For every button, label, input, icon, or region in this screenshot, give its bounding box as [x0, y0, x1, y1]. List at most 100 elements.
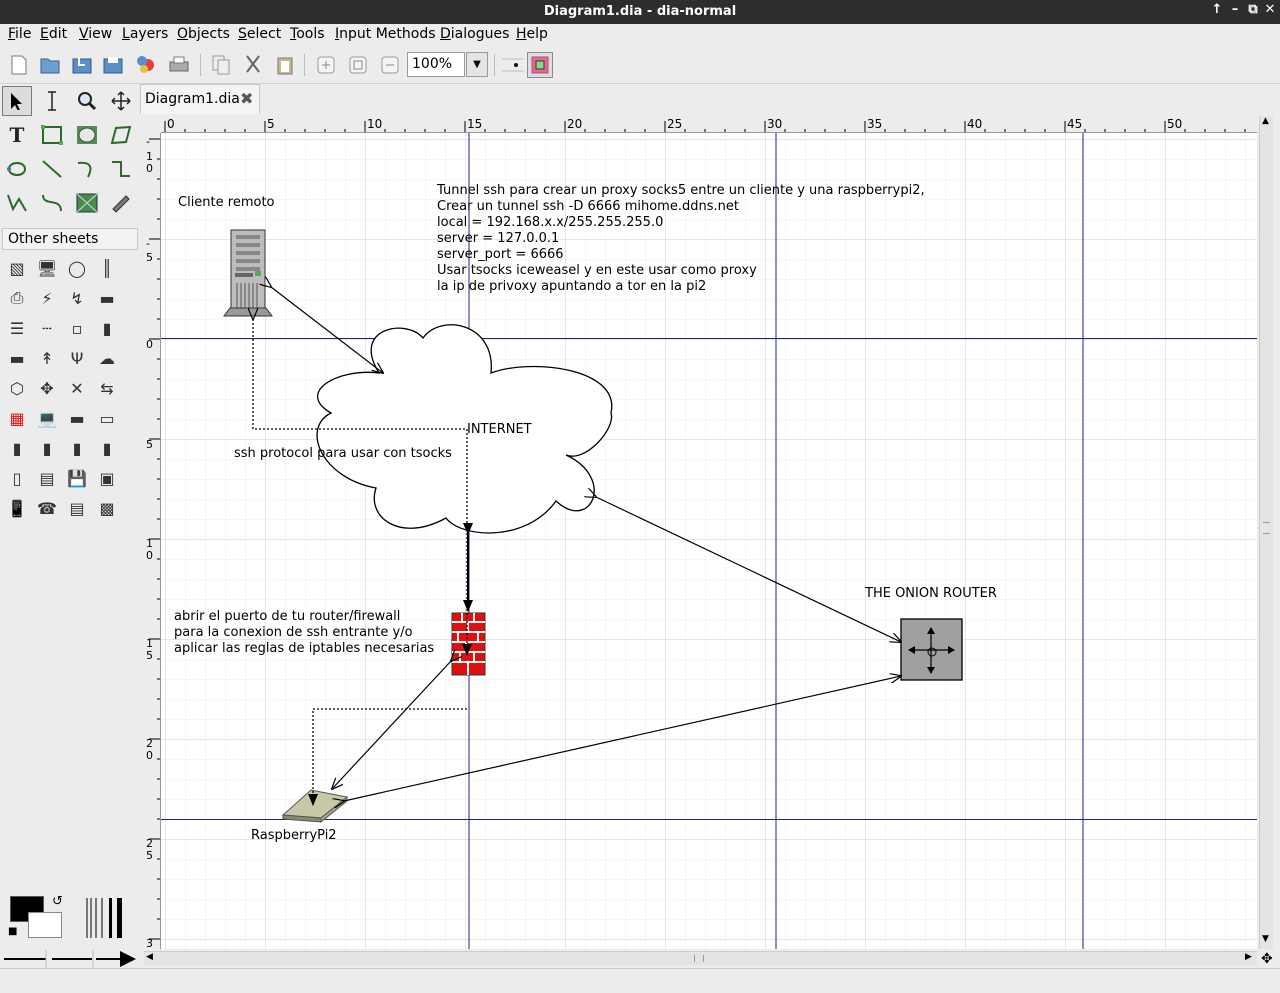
reset-colors-icon[interactable]: ■	[8, 926, 17, 937]
polygon-tool[interactable]	[106, 120, 136, 150]
box-tool[interactable]	[37, 120, 67, 150]
arc-tool[interactable]	[72, 154, 102, 184]
zoom-dropdown-icon[interactable]: ▼	[466, 52, 488, 77]
new-file-icon[interactable]	[6, 52, 32, 78]
zigzagline-tool[interactable]	[106, 154, 136, 184]
zoom-out-icon[interactable]	[377, 52, 403, 78]
zigzag-shape-icon[interactable]: ↯	[63, 284, 91, 312]
snap-to-grid-icon[interactable]	[500, 52, 526, 78]
cut-icon[interactable]	[240, 52, 266, 78]
diagram-canvas[interactable]: Cliente remoto Tunnel ssh para crear un …	[161, 133, 1257, 949]
keep-above-button[interactable]: ↑	[1209, 2, 1225, 17]
pc-tower-1-shape-icon[interactable]: ▮	[3, 434, 31, 462]
paste-icon[interactable]	[272, 52, 298, 78]
zoom-fit-icon[interactable]	[345, 52, 371, 78]
scroll-up-icon[interactable]: ▲	[1262, 116, 1269, 126]
patch-shape-icon[interactable]: ┄	[33, 314, 61, 342]
text-tool[interactable]: T	[2, 120, 32, 150]
pc-tower-2-shape-icon[interactable]: ▮	[33, 434, 61, 462]
polyline-tool[interactable]	[2, 188, 32, 218]
switch-shape-icon[interactable]: ▬	[93, 284, 121, 312]
scroll-right-icon[interactable]: ▶	[1245, 952, 1252, 962]
arrows-shape-icon[interactable]: ✥	[33, 374, 61, 402]
horizontal-scrollbar[interactable]: ◀ ▶	[144, 951, 1257, 965]
lightning-shape-icon[interactable]: ⚡	[33, 284, 61, 312]
server-shape-icon[interactable]: ▧	[3, 254, 31, 282]
pc-tower-4-shape-icon[interactable]: ▮	[93, 434, 121, 462]
close-window-button[interactable]: ✕	[1262, 2, 1278, 17]
keyboard-shape-icon[interactable]: ▬	[63, 404, 91, 432]
scroll-down-icon[interactable]: ▼	[1262, 934, 1269, 944]
scroll-tool[interactable]	[106, 86, 136, 116]
menu-file[interactable]: File	[8, 26, 31, 42]
print-icon[interactable]	[166, 52, 192, 78]
navigation-icon[interactable]: ✥	[1261, 951, 1273, 967]
menu-view[interactable]: View	[79, 26, 112, 42]
hub-shape-icon[interactable]: ║	[93, 254, 121, 282]
workstation-shape-icon[interactable]: 💻	[33, 404, 61, 432]
swap-colors-icon[interactable]: ↺	[52, 894, 63, 909]
menu-edit[interactable]: Edit	[40, 26, 67, 42]
maximize-button[interactable]: ⧉	[1245, 2, 1261, 17]
ellipse-tool[interactable]	[72, 120, 102, 150]
tower-shape-icon[interactable]: ▮	[93, 314, 121, 342]
menu-select[interactable]: Select	[238, 26, 281, 42]
magnify-tool[interactable]	[72, 86, 102, 116]
mobile-shape-icon[interactable]: 📱	[3, 494, 31, 522]
background-color-swatch[interactable]	[28, 912, 62, 938]
text-edit-tool[interactable]	[37, 86, 67, 116]
save-as-icon[interactable]	[100, 52, 126, 78]
export-icon[interactable]	[133, 52, 159, 78]
rack-shape-icon[interactable]: ☰	[3, 314, 31, 342]
floppy-shape-icon[interactable]: 💾	[63, 464, 91, 492]
zoom-input[interactable]: 100%	[407, 52, 465, 77]
server-2-shape-icon[interactable]: ▤	[33, 464, 61, 492]
table-shape-icon[interactable]: ▤	[63, 494, 91, 522]
menu-input-methods[interactable]: Input Methods	[335, 26, 436, 42]
menu-help[interactable]: Help	[516, 26, 548, 42]
scanner-shape-icon[interactable]: ▭	[93, 404, 121, 432]
modify-tool[interactable]	[2, 86, 32, 116]
close-tab-icon[interactable]: ✖	[240, 89, 253, 108]
printer-shape-icon[interactable]: ⎙	[3, 284, 31, 312]
cross-shape-icon[interactable]: ✕	[63, 374, 91, 402]
disk-shape-icon[interactable]: ◯	[63, 254, 91, 282]
modem-shape-icon[interactable]: ▫	[63, 314, 91, 342]
bezierline-tool[interactable]	[37, 188, 67, 218]
pc-tower-3-shape-icon[interactable]: ▮	[63, 434, 91, 462]
menu-dialogues[interactable]: Dialogues	[440, 26, 509, 42]
vertical-scrollbar[interactable]: ▲ ▼	[1259, 116, 1273, 949]
outline-tool[interactable]	[106, 188, 136, 218]
scroll-thumb[interactable]	[694, 955, 704, 962]
shuffle-shape-icon[interactable]: ⇆	[93, 374, 121, 402]
antenna-shape-icon[interactable]: ↟	[33, 344, 61, 372]
line-width-selector[interactable]	[84, 898, 126, 938]
copy-icon[interactable]	[208, 52, 234, 78]
open-file-icon[interactable]	[37, 52, 63, 78]
router-flat-shape-icon[interactable]: ▬	[3, 344, 31, 372]
tab-diagram1[interactable]: Diagram1.dia ✖	[140, 84, 260, 114]
beziergon-tool[interactable]	[2, 154, 32, 184]
zoom-in-icon[interactable]	[313, 52, 339, 78]
scroll-thumb[interactable]	[1263, 522, 1270, 534]
line-tool[interactable]	[37, 154, 67, 184]
firewall-shape-icon[interactable]: ▦	[3, 404, 31, 432]
save-icon[interactable]	[69, 52, 95, 78]
minimize-button[interactable]: –	[1227, 2, 1243, 17]
ruler-corner	[144, 116, 161, 133]
pda-shape-icon[interactable]: ▯	[3, 464, 31, 492]
wireless-shape-icon[interactable]: Ψ	[63, 344, 91, 372]
menu-tools[interactable]: Tools	[290, 26, 325, 42]
hexagon-shape-icon[interactable]: ⬡	[3, 374, 31, 402]
snap-to-objects-icon[interactable]	[527, 52, 553, 78]
menu-objects[interactable]: Objects	[177, 26, 230, 42]
image-tool[interactable]	[72, 188, 102, 218]
window-shape-icon[interactable]: ▣	[93, 464, 121, 492]
monitor-shape-icon[interactable]: 🖥	[33, 254, 61, 282]
cloud-shape-icon[interactable]: ☁	[93, 344, 121, 372]
sheet-selector[interactable]: Other sheets	[2, 228, 138, 250]
telephone-shape-icon[interactable]: ☎	[33, 494, 61, 522]
menu-layers[interactable]: Layers	[122, 26, 168, 42]
scroll-left-icon[interactable]: ◀	[146, 952, 153, 962]
desk-shape-icon[interactable]: ▩	[93, 494, 121, 522]
